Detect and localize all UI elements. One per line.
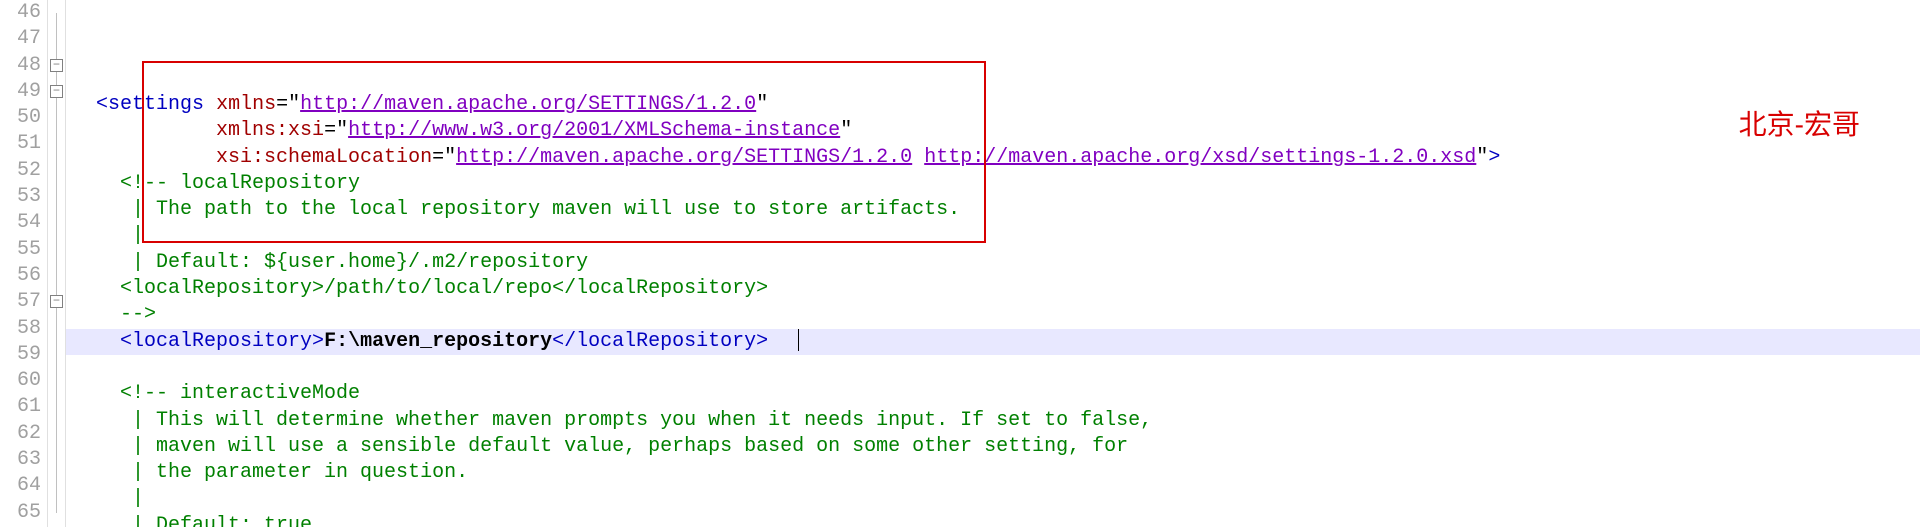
line-number: 47 — [0, 26, 43, 52]
token-comment: | Default: true — [132, 514, 312, 527]
line-number: 55 — [0, 237, 43, 263]
token-plain — [912, 146, 924, 169]
token-plain — [204, 93, 216, 116]
line-number: 50 — [0, 105, 43, 131]
token-comment: | The path to the local repository maven… — [132, 198, 960, 221]
line-number: 64 — [0, 473, 43, 499]
token-comment: | This will determine whether maven prom… — [132, 409, 1152, 432]
token-comment: <localRepository>/path/to/local/repo</lo… — [120, 277, 768, 300]
token-comment: | maven will use a sensible default valu… — [132, 435, 1128, 458]
line-number: 63 — [0, 447, 43, 473]
code-line[interactable]: | Default: true — [66, 513, 1920, 527]
token-comment: | the parameter in question. — [132, 461, 468, 484]
fold-toggle-icon[interactable]: − — [50, 295, 63, 308]
line-number: 58 — [0, 316, 43, 342]
line-number: 60 — [0, 368, 43, 394]
text-caret — [798, 329, 799, 351]
line-number: 56 — [0, 263, 43, 289]
token-op: = — [324, 119, 336, 142]
code-line[interactable]: <localRepository>F:\maven_repository</lo… — [66, 329, 1920, 355]
line-number: 51 — [0, 131, 43, 157]
line-number: 62 — [0, 421, 43, 447]
line-number: 61 — [0, 394, 43, 420]
code-line[interactable]: <!-- localRepository — [66, 171, 1920, 197]
token-txtval: F:\maven_repository — [324, 330, 552, 353]
token-comment: --> — [120, 303, 156, 326]
token-tag: <localRepository> — [120, 330, 324, 353]
token-plain: " — [444, 146, 456, 169]
line-number: 46 — [0, 0, 43, 26]
token-plain: " — [1476, 146, 1488, 169]
code-line[interactable]: | the parameter in question. — [66, 460, 1920, 486]
code-editor[interactable]: 4647484950515253545556575859606162636465… — [0, 0, 1920, 527]
token-attr: xsi:schemaLocation — [216, 146, 432, 169]
line-number-gutter: 4647484950515253545556575859606162636465 — [0, 0, 48, 527]
fold-column[interactable]: − − − — [48, 0, 66, 527]
fold-toggle-icon[interactable]: − — [50, 59, 63, 72]
token-tag: > — [1488, 146, 1500, 169]
code-line[interactable]: <localRepository>/path/to/local/repo</lo… — [66, 276, 1920, 302]
token-plain: " — [336, 119, 348, 142]
code-line[interactable]: <!-- interactiveMode — [66, 381, 1920, 407]
token-attr: xmlns — [216, 93, 276, 116]
token-op: = — [432, 146, 444, 169]
code-line[interactable]: | Default: ${user.home}/.m2/repository — [66, 250, 1920, 276]
token-url: http://maven.apache.org/SETTINGS/1.2.0 — [456, 146, 912, 169]
token-comment: <!-- localRepository — [120, 172, 360, 195]
code-area[interactable]: 北京-宏哥 <settings xmlns="http://maven.apac… — [66, 0, 1920, 527]
token-url: http://maven.apache.org/xsd/settings-1.2… — [924, 146, 1476, 169]
token-tag: <settings — [96, 93, 204, 116]
token-comment: | — [132, 224, 144, 247]
code-line[interactable]: | The path to the local repository maven… — [66, 197, 1920, 223]
code-line[interactable]: | maven will use a sensible default valu… — [66, 434, 1920, 460]
code-line[interactable]: | — [66, 486, 1920, 512]
token-tag: </localRepository> — [552, 330, 768, 353]
token-url: http://www.w3.org/2001/XMLSchema-instanc… — [348, 119, 840, 142]
code-line[interactable]: | This will determine whether maven prom… — [66, 408, 1920, 434]
code-line[interactable]: <settings xmlns="http://maven.apache.org… — [66, 92, 1920, 118]
line-number: 59 — [0, 342, 43, 368]
line-number: 49 — [0, 79, 43, 105]
token-plain: " — [756, 93, 768, 116]
code-line[interactable]: | — [66, 223, 1920, 249]
token-op: = — [276, 93, 288, 116]
line-number: 57 — [0, 289, 43, 315]
code-line[interactable]: xmlns:xsi="http://www.w3.org/2001/XMLSch… — [66, 118, 1920, 144]
line-number: 48 — [0, 53, 43, 79]
code-line[interactable]: xsi:schemaLocation="http://maven.apache.… — [66, 145, 1920, 171]
line-number: 65 — [0, 500, 43, 526]
line-number: 53 — [0, 184, 43, 210]
line-number: 54 — [0, 210, 43, 236]
token-url: http://maven.apache.org/SETTINGS/1.2.0 — [300, 93, 756, 116]
token-attr: xmlns:xsi — [216, 119, 324, 142]
line-number: 52 — [0, 158, 43, 184]
token-comment: <!-- interactiveMode — [120, 382, 360, 405]
token-comment: | Default: ${user.home}/.m2/repository — [132, 251, 588, 274]
code-line[interactable]: --> — [66, 302, 1920, 328]
token-plain: " — [840, 119, 852, 142]
fold-toggle-icon[interactable]: − — [50, 85, 63, 98]
token-comment: | — [132, 487, 144, 510]
token-plain: " — [288, 93, 300, 116]
code-line[interactable] — [66, 355, 1920, 381]
